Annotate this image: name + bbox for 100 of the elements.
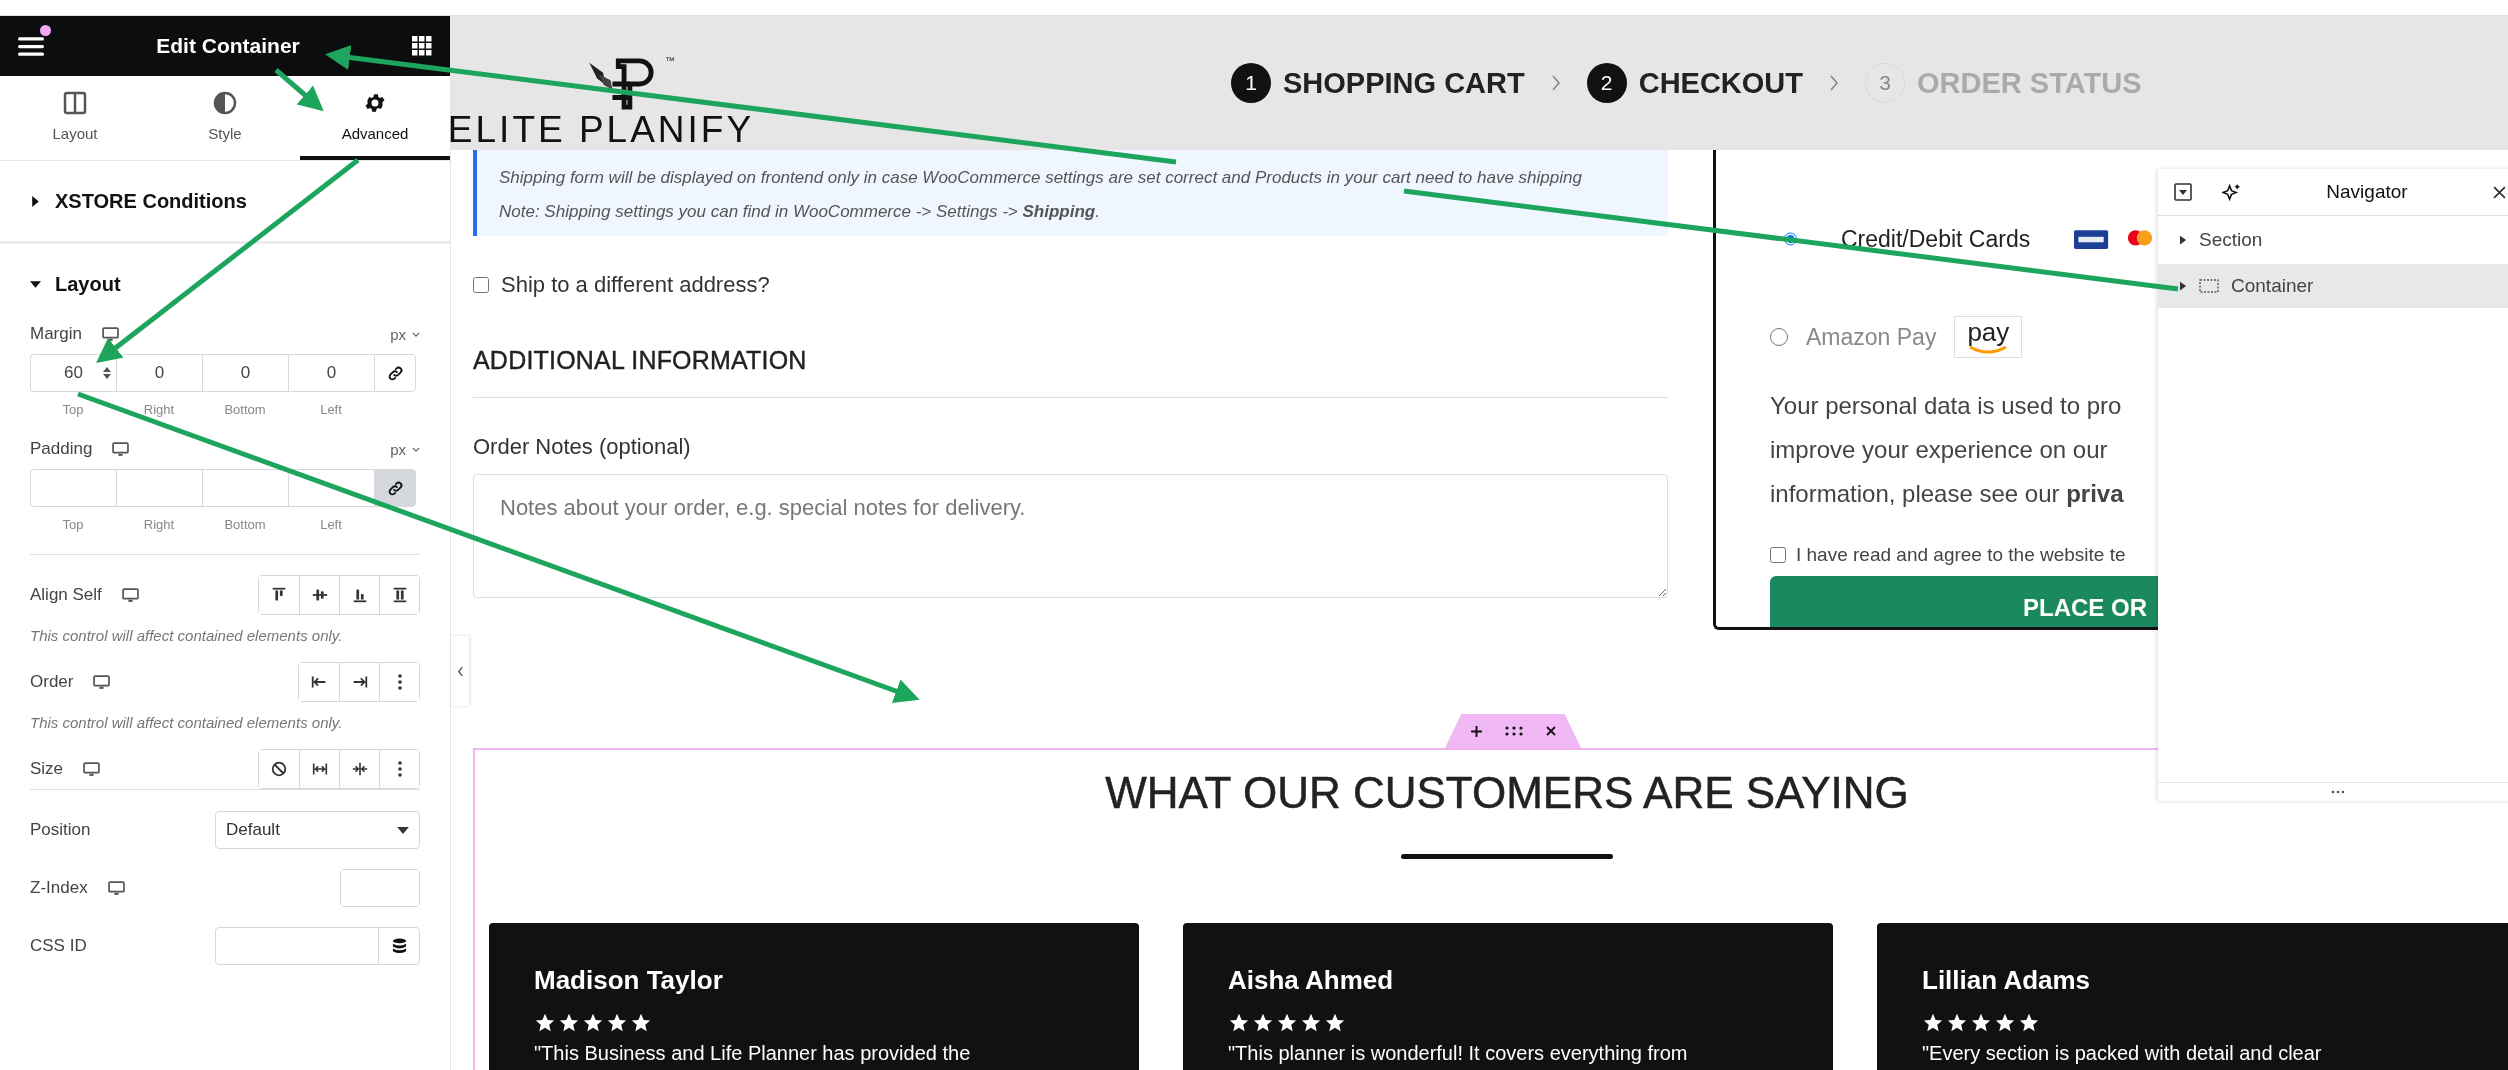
dimension-field[interactable]: 0 — [116, 354, 202, 392]
help-note: This control will affect contained elements only. — [30, 714, 344, 731]
section-toggle[interactable]: XSTORE Conditions — [30, 189, 247, 213]
star-icon — [1922, 1012, 1944, 1034]
logo-text: ELITE PLANIFY — [447, 109, 755, 151]
terms-checkbox[interactable] — [1770, 547, 1786, 563]
dimension-field[interactable] — [30, 469, 116, 507]
checkbox-label: Ship to a different address? — [501, 272, 770, 298]
dimension-field[interactable]: 0 — [288, 354, 374, 392]
privacy-text: Your personal data is used to pro — [1770, 391, 2123, 421]
no-entry-icon — [270, 760, 288, 778]
navigator-title: Navigator — [2325, 181, 2409, 203]
apps-grid-icon[interactable] — [412, 36, 432, 56]
control-label: Position — [30, 820, 91, 840]
link-values-button[interactable] — [374, 354, 416, 392]
caret-icon — [412, 446, 420, 452]
field-caption: Top — [61, 517, 85, 532]
field-caption: Right — [142, 402, 176, 417]
caret-icon — [2180, 281, 2187, 291]
caret-icon — [2180, 235, 2187, 245]
add-icon[interactable] — [1469, 724, 1483, 738]
star-icon — [1252, 1012, 1274, 1034]
terms-label: I have read and agree to the website te — [1796, 544, 2126, 566]
close-icon[interactable] — [2493, 185, 2506, 199]
star-icon — [630, 1012, 652, 1034]
position-dropdown[interactable]: Default — [215, 811, 420, 849]
dimension-field[interactable]: 0 — [202, 354, 288, 392]
section-toggle[interactable]: Layout — [30, 272, 121, 296]
vertical-dots-icon — [397, 674, 402, 690]
desktop-icon[interactable] — [93, 674, 111, 690]
notification-dot — [40, 25, 51, 36]
z-index-field[interactable] — [340, 869, 420, 907]
link-icon — [386, 479, 404, 497]
columns-icon — [63, 90, 87, 115]
drag-handle-icon[interactable] — [1504, 726, 1523, 736]
step-label[interactable]: CHECKOUT — [1638, 66, 1804, 100]
caret-icon — [412, 331, 420, 337]
notice-text: Shipping form will be displayed on frontend only in case WooCommerce settings are set correct and Products in your cart need to have shipping — [499, 167, 1583, 189]
container-icon — [2199, 279, 2219, 293]
notice-text: Note: Shipping settings you can find in WooCommerce -> Settings -> Shipping. — [499, 201, 1101, 223]
resize-handle-icon[interactable] — [2331, 790, 2345, 794]
css-id-field[interactable] — [215, 927, 420, 965]
contrast-icon — [213, 90, 237, 115]
testimonials-heading: WHAT OUR CUSTOMERS ARE SAYING — [1105, 768, 1909, 818]
star-icon — [606, 1012, 628, 1034]
star-icon — [534, 1012, 556, 1034]
caret-icon — [30, 195, 41, 207]
privacy-text: information, please see our priva — [1770, 479, 2125, 509]
desktop-icon[interactable] — [107, 880, 125, 896]
review-text: "Every section is packed with detail and clear — [1922, 1042, 2323, 1065]
place-order-button[interactable]: PLACE OR — [1770, 576, 2159, 627]
desktop-icon[interactable] — [121, 587, 139, 603]
field-caption: Left — [319, 402, 343, 417]
dimension-field[interactable] — [202, 469, 288, 507]
chevron-icon — [1829, 75, 1840, 91]
dimension-field[interactable]: 60 — [30, 354, 116, 392]
navigator-item[interactable]: Section — [2158, 218, 2508, 262]
control-label: Z-Index — [30, 878, 88, 898]
desktop-icon[interactable] — [112, 441, 130, 457]
control-label: Size — [30, 759, 64, 779]
dimension-field[interactable] — [116, 469, 202, 507]
desktop-icon[interactable] — [83, 761, 101, 777]
field-caption: Top — [61, 402, 85, 417]
shrink-icon — [350, 760, 369, 778]
caret-icon — [30, 278, 41, 290]
dynamic-tags-icon[interactable] — [391, 937, 407, 955]
help-note: This control will affect contained elements only. — [30, 627, 344, 644]
collapse-icon[interactable] — [2174, 183, 2192, 201]
payment-label: Credit/Debit Cards — [1841, 225, 2031, 253]
star-icon — [1994, 1012, 2016, 1034]
star-icon — [1276, 1012, 1298, 1034]
review-text: "This Business and Life Planner has provided the — [534, 1042, 972, 1065]
caret-icon — [397, 826, 409, 834]
navigator-item[interactable]: Container — [2158, 264, 2508, 308]
link-values-button[interactable] — [374, 469, 416, 507]
star-icon — [1228, 1012, 1250, 1034]
star-icon — [582, 1012, 604, 1034]
control-label: Order — [30, 672, 74, 692]
amazon-pay-logo: pay — [1954, 316, 2023, 358]
close-icon[interactable] — [1544, 725, 1557, 737]
menu-icon[interactable] — [18, 35, 44, 57]
unit-selector[interactable]: px — [390, 440, 420, 458]
panel-title: Edit Container — [155, 34, 301, 58]
payment-radio[interactable] — [1770, 328, 1788, 346]
stepper-icon[interactable] — [102, 366, 112, 380]
align-stretch-button[interactable] — [379, 576, 419, 614]
review-text: "This planner is wonderful! It covers everything from — [1228, 1042, 1689, 1065]
payment-radio[interactable] — [1784, 230, 1797, 248]
reviewer-name: Aisha Ahmed — [1228, 965, 1394, 995]
ship-checkbox[interactable] — [473, 277, 489, 293]
star-icon — [2018, 1012, 2040, 1034]
desktop-icon[interactable] — [101, 326, 119, 342]
payment-label: Amazon Pay — [1806, 323, 1937, 351]
order-notes-field[interactable]: Notes about your order, e.g. special notes for delivery. — [473, 474, 1668, 598]
unit-selector[interactable]: px — [390, 325, 420, 343]
step-label[interactable]: SHOPPING CART — [1283, 66, 1525, 100]
control-label: CSS ID — [30, 936, 87, 956]
more-options-button[interactable] — [379, 750, 419, 788]
star-icon — [1300, 1012, 1322, 1034]
sparkle-icon[interactable] — [2222, 182, 2241, 202]
